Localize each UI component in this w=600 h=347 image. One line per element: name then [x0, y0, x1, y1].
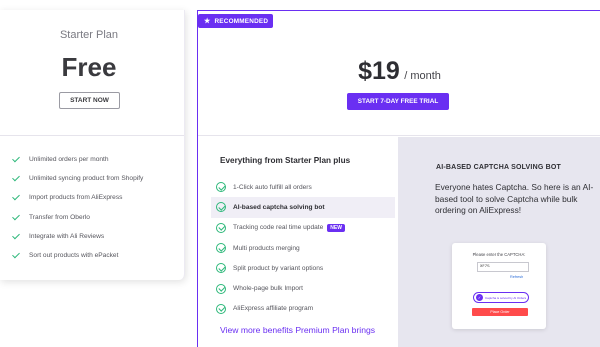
check-icon	[12, 193, 21, 202]
divider	[0, 135, 184, 136]
start-now-button[interactable]: START NOW	[59, 92, 120, 109]
check-icon	[12, 174, 21, 183]
new-tag: NEW	[327, 223, 345, 232]
star-icon: ★	[204, 18, 211, 25]
feature-label: Tracking code real time update	[233, 224, 324, 232]
circle-check-icon	[216, 243, 226, 254]
feature-item: Tracking code real time update NEW	[216, 218, 396, 238]
starter-plan-card: Starter Plan Free START NOW Unlimited or…	[0, 10, 185, 280]
starter-feature-list: Unlimited orders per month Unlimited syn…	[12, 150, 143, 265]
view-more-benefits-link[interactable]: View more benefits Premium Plan brings	[220, 325, 375, 335]
recommended-badge: ★ RECOMMENDED	[198, 14, 273, 28]
feature-item: Whole-page bulk Import	[216, 278, 396, 298]
check-icon	[12, 213, 21, 222]
feature-item: Multi products merging	[216, 238, 396, 258]
circle-check-icon	[216, 182, 226, 193]
check-icon	[12, 251, 21, 260]
feature-label: Whole-page bulk Import	[233, 285, 304, 293]
feature-label: Split product by variant options	[233, 264, 324, 272]
feature-item: Transfer from Oberlo	[12, 208, 143, 227]
ai-panel-description: Everyone hates Captcha. So here is an AI…	[435, 182, 594, 215]
starter-plan-price: Free	[61, 52, 117, 82]
ai-panel-title: AI-BASED CAPTCHA SOLVING BOT	[436, 164, 561, 171]
plus-title: Everything from Starter Plan plus	[220, 156, 351, 165]
feature-label: Transfer from Oberlo	[29, 213, 90, 221]
feature-label: Integrate with Ali Reviews	[29, 232, 105, 240]
divider	[198, 135, 600, 136]
feature-item: 1-Click auto fulfill all orders	[216, 177, 396, 197]
feature-label: Unlimited orders per month	[29, 156, 109, 164]
circle-check-icon	[216, 263, 226, 274]
check-icon	[12, 232, 21, 241]
feature-label: Multi products merging	[233, 244, 300, 252]
circle-check-icon	[216, 222, 226, 233]
check-icon	[12, 155, 21, 164]
start-free-trial-button[interactable]: START 7-DAY FREE TRIAL	[347, 93, 449, 110]
premium-plan-card: ★ RECOMMENDED $19 / month START 7-DAY FR…	[197, 10, 600, 347]
price-period: / month	[404, 70, 441, 82]
captcha-mock-illustration: Please enter the CAPTCHA: XF75 Refresh ✓…	[452, 243, 546, 329]
feature-label: Import products from AliExpress	[29, 194, 123, 202]
feature-item-selected[interactable]: AI-based captcha solving bot	[211, 197, 395, 218]
captcha-refresh-link: Refresh	[510, 275, 524, 279]
circle-check-icon	[216, 202, 226, 213]
price-amount: $19	[358, 57, 400, 85]
feature-label: Unlimited syncing product from Shopify	[29, 175, 144, 183]
solved-label: Captcha is solved by AI Orders	[485, 295, 527, 300]
feature-item: Unlimited orders per month	[12, 150, 143, 169]
feature-item: Import products from AliExpress	[12, 188, 143, 207]
circle-check-icon	[216, 283, 226, 294]
check-icon: ✓	[476, 294, 483, 301]
feature-label: Sort out products with ePacket	[29, 252, 119, 260]
premium-price: $19 / month	[198, 57, 600, 86]
badge-label: RECOMMENDED	[214, 17, 269, 25]
captcha-prompt: Please enter the CAPTCHA:	[472, 252, 526, 257]
feature-label: AI-based captcha solving bot	[233, 203, 325, 211]
ai-captcha-panel: AI-BASED CAPTCHA SOLVING BOT Everyone ha…	[398, 137, 600, 347]
feature-item: Unlimited syncing product from Shopify	[12, 169, 143, 188]
starter-plan-name: Starter Plan	[59, 29, 119, 41]
feature-label: AliExpress affiliate program	[233, 305, 314, 313]
premium-feature-list: 1-Click auto fulfill all orders AI-based…	[211, 177, 396, 319]
feature-item: Integrate with Ali Reviews	[12, 227, 143, 246]
feature-item: Split product by variant options	[216, 258, 396, 278]
captcha-solved-badge: ✓ Captcha is solved by AI Orders	[473, 292, 529, 303]
circle-check-icon	[216, 303, 226, 314]
feature-item: Sort out products with ePacket	[12, 246, 143, 265]
captcha-input: XF75	[477, 262, 529, 272]
feature-item: AliExpress affiliate program	[216, 299, 396, 319]
feature-label: 1-Click auto fulfill all orders	[233, 183, 312, 191]
place-order-button: Place Order	[472, 308, 528, 316]
